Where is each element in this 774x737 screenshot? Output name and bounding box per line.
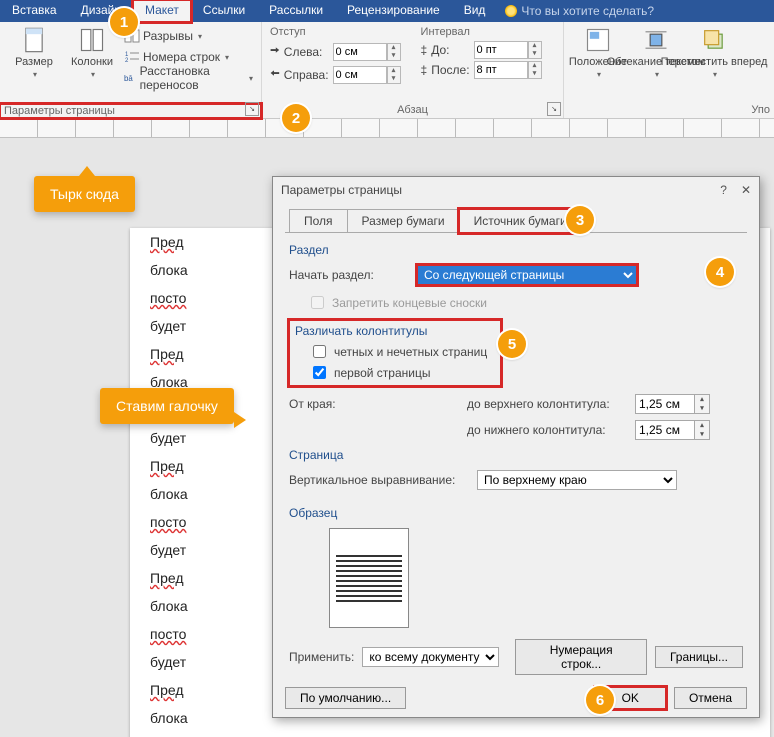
size-button[interactable]: Размер [8, 24, 60, 79]
bring-forward-button[interactable]: Переместить вперед [688, 24, 740, 79]
columns-button[interactable]: Колонки [66, 24, 118, 79]
group-page-setup: Размер Колонки Разрывы 12Номера строк bā… [0, 22, 262, 118]
section-heading: Раздел [289, 243, 743, 257]
section-start-select[interactable]: Со следующей страницы [417, 265, 637, 285]
tab-mailings[interactable]: Рассылки [257, 0, 335, 22]
callout-2: Ставим галочку [100, 388, 234, 424]
suppress-endnotes-checkbox: Запретить концевые сноски [307, 293, 743, 312]
first-page-checkbox[interactable]: первой страницы [309, 363, 495, 382]
paragraph-launcher[interactable]: ↘ [547, 102, 561, 116]
page-size-icon [20, 26, 48, 54]
position-button[interactable]: Положение [572, 24, 624, 79]
line-numbers-icon: 12 [124, 49, 140, 65]
preview-thumbnail [329, 528, 409, 628]
marker-3: 3 [566, 206, 594, 234]
svg-text:2: 2 [125, 58, 129, 64]
indent-left-input[interactable] [333, 43, 387, 61]
indent-right-icon: 🠨 [270, 64, 280, 85]
marker-1: 1 [110, 8, 138, 36]
indent-right-label: Справа: [284, 68, 329, 82]
dialog-title: Параметры страницы [281, 183, 402, 197]
callout-1: Тырк сюда [34, 176, 135, 212]
indent-right-input[interactable] [333, 66, 387, 84]
cancel-button[interactable]: Отмена [674, 687, 747, 709]
indent-left-icon: 🠪 [270, 41, 280, 62]
space-after-label: После: [431, 63, 469, 77]
wrap-text-icon [642, 26, 670, 54]
arrange-label: Упо [564, 104, 774, 116]
page-setup-dialog: Параметры страницы ? ✕ Поля Размер бумаг… [272, 176, 760, 718]
indent-left-label: Слева: [284, 45, 329, 59]
marker-2: 2 [282, 104, 310, 132]
dialog-body: Раздел Начать раздел: Со следующей стран… [285, 232, 747, 679]
dialog-titlebar: Параметры страницы ? ✕ [273, 177, 759, 203]
dialog-tab-paper-size[interactable]: Размер бумаги [347, 209, 460, 233]
space-before-label: До: [431, 43, 469, 57]
apply-to-label: Применить: [289, 650, 354, 664]
bring-forward-icon [700, 26, 728, 54]
wrap-text-button[interactable]: Обтекание текстом [630, 24, 682, 79]
tab-review[interactable]: Рецензирование [335, 0, 452, 22]
odd-even-checkbox[interactable]: четных и нечетных страниц [309, 342, 495, 361]
space-after-input[interactable] [474, 61, 528, 79]
marker-6: 6 [586, 686, 614, 714]
position-icon [584, 26, 612, 54]
page-setup-label: Параметры страницы [0, 104, 261, 118]
ribbon: Размер Колонки Разрывы 12Номера строк bā… [0, 22, 774, 119]
marker-4: 4 [706, 258, 734, 286]
page-heading: Страница [289, 448, 743, 462]
hyphenation-icon: bā [124, 70, 137, 86]
dialog-tabs: Поля Размер бумаги Источник бумаги [289, 209, 759, 233]
horizontal-ruler[interactable] [0, 119, 774, 138]
preview-heading: Образец [289, 506, 743, 520]
valign-label: Вертикальное выравнивание: [289, 473, 469, 487]
footer-distance-label: до нижнего колонтитула: [467, 423, 627, 437]
bulb-icon [505, 5, 517, 17]
group-arrange: Положение Обтекание текстом Переместить … [564, 22, 774, 118]
breaks-button[interactable]: Разрывы [124, 26, 253, 46]
tab-insert[interactable]: Вставка [0, 0, 69, 22]
space-before-input[interactable] [474, 41, 528, 59]
marker-5: 5 [498, 330, 526, 358]
default-button[interactable]: По умолчанию... [285, 687, 406, 709]
svg-text:bā: bā [124, 74, 133, 83]
tell-me[interactable]: Что вы хотите сделать? [497, 0, 654, 22]
columns-icon [78, 26, 106, 54]
dialog-close-button[interactable]: ✕ [741, 183, 751, 197]
page-setup-launcher[interactable]: ↘ [245, 102, 259, 116]
header-distance-label: до верхнего колонтитула: [467, 397, 627, 411]
dialog-tab-margins[interactable]: Поля [289, 209, 348, 233]
spacing-heading: Интервал [421, 26, 542, 38]
tab-view[interactable]: Вид [452, 0, 498, 22]
headers-heading: Различать колонтитулы [295, 324, 495, 338]
borders-button[interactable]: Границы... [655, 646, 743, 668]
space-after-icon: ‡ [421, 63, 428, 77]
section-start-label: Начать раздел: [289, 268, 409, 282]
line-numbers-button[interactable]: Нумерация строк... [515, 639, 647, 675]
valign-select[interactable]: По верхнему краю [477, 470, 677, 490]
space-before-icon: ‡ [421, 43, 428, 57]
from-edge-label: От края: [289, 397, 349, 411]
dialog-help-button[interactable]: ? [720, 183, 727, 197]
dialog-tab-paper-source[interactable]: Источник бумаги [459, 209, 582, 233]
tab-layout[interactable]: Макет [133, 0, 191, 22]
dialog-footer: По умолчанию... OK Отмена [273, 679, 759, 717]
footer-distance-input[interactable]: ▴▾ [635, 420, 710, 440]
tab-references[interactable]: Ссылки [191, 0, 257, 22]
hyphenation-button[interactable]: bāРасстановка переносов [124, 68, 253, 88]
group-paragraph: Отступ 🠪Слева:▴▾ 🠨Справа:▴▾ Интервал ‡До… [262, 22, 564, 118]
indent-heading: Отступ [270, 26, 401, 38]
header-distance-input[interactable]: ▴▾ [635, 394, 710, 414]
apply-to-select[interactable]: ко всему документу [362, 647, 499, 667]
